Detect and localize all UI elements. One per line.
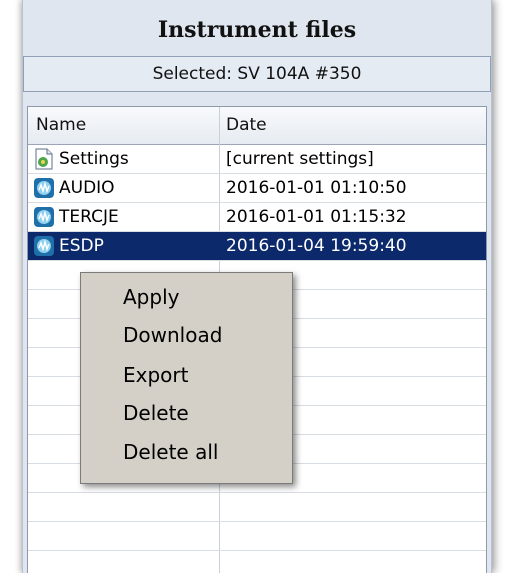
settings-file-icon (33, 148, 55, 170)
instrument-file-icon (33, 235, 55, 257)
instrument-file-icon (33, 206, 55, 228)
table-row-selected[interactable]: ESDP 2016-01-04 19:59:40 (28, 232, 486, 261)
menu-item-download[interactable]: Download (123, 317, 222, 353)
file-name: ESDP (59, 236, 104, 256)
table-header: Name Date (28, 107, 486, 145)
file-name: Settings (59, 149, 129, 169)
instrument-file-icon (33, 177, 55, 199)
menu-item-apply[interactable]: Apply (123, 279, 179, 315)
column-header-name[interactable]: Name (36, 107, 86, 144)
file-date: 2016-01-01 01:15:32 (226, 207, 407, 227)
menu-item-delete[interactable]: Delete (123, 395, 189, 431)
table-row[interactable]: TERCJE 2016-01-01 01:15:32 (28, 203, 486, 232)
file-date: [current settings] (226, 149, 374, 169)
empty-row (28, 551, 486, 573)
panel-title: Instrument files (157, 17, 357, 43)
file-date: 2016-01-01 01:10:50 (226, 178, 407, 198)
context-menu: Apply Download Export Delete Delete all (80, 272, 293, 484)
menu-item-delete-all[interactable]: Delete all (123, 434, 218, 470)
selected-device-label: Selected: SV 104A #350 (23, 56, 491, 92)
column-header-date[interactable]: Date (226, 107, 267, 144)
file-name: AUDIO (59, 178, 115, 198)
empty-row (28, 493, 486, 522)
table-row[interactable]: Settings [current settings] (28, 145, 486, 174)
file-name: TERCJE (59, 207, 119, 227)
empty-row (28, 522, 486, 551)
menu-item-export[interactable]: Export (123, 357, 188, 393)
file-date: 2016-01-04 19:59:40 (226, 236, 407, 256)
table-row[interactable]: AUDIO 2016-01-01 01:10:50 (28, 174, 486, 203)
